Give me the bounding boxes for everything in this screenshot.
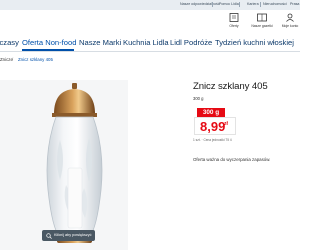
user-icon xyxy=(286,13,294,22)
breadcrumb-item-current: Znicz szklany 405 xyxy=(18,57,53,62)
header-offers-button[interactable]: Oferty xyxy=(222,13,246,28)
nav-item-kitchen[interactable]: Kuchnia Lidla xyxy=(123,38,169,47)
magnifier-icon xyxy=(46,232,52,239)
candle-illustration xyxy=(46,83,103,243)
zoom-button[interactable]: Kliknij aby powiększyć xyxy=(42,230,95,241)
topbar-link-career[interactable]: Kariera xyxy=(247,2,259,6)
nav-item-cut[interactable]: wczasy xyxy=(0,38,19,47)
header-offers-label: Oferty xyxy=(229,24,239,28)
nav-item-brands[interactable]: Nasze Marki xyxy=(79,38,121,47)
topbar-separator xyxy=(260,2,261,7)
availability-note: Oferta ważna do wyczerpania zapasów. xyxy=(193,157,271,162)
nav-active-indicator xyxy=(22,49,74,51)
flyer-icon xyxy=(229,13,239,22)
topbar-link-press[interactable]: Prasa xyxy=(290,2,299,6)
topbar-link-realestate[interactable]: Nieruchomości xyxy=(263,2,287,6)
main-nav: wczasy Oferta Non-food Nasze Marki Kuchn… xyxy=(0,35,300,52)
topbar-link-help[interactable]: Pomoc Lidla xyxy=(219,2,239,6)
price-currency: zł xyxy=(224,121,228,127)
price-value: 8,99 xyxy=(200,119,226,134)
utility-bar: Nasze odpowiedzialność Pomoc Lidla Karie… xyxy=(0,0,300,10)
product-weight: 300 g xyxy=(193,96,204,101)
zoom-button-label: Kliknij aby powiększyć xyxy=(54,233,92,237)
price-box: 8,99 zł xyxy=(194,117,236,135)
breadcrumb-separator: / xyxy=(12,57,14,62)
product-image[interactable] xyxy=(0,80,128,250)
breadcrumb-item-category[interactable]: Znicze xyxy=(0,57,13,62)
unit-price: 1 szt. · Cena jednostki 75 4 xyxy=(193,138,232,142)
topbar-link-responsibility[interactable]: Nasze odpowiedzialność xyxy=(180,2,220,6)
header-account-button[interactable]: Moje konto xyxy=(278,13,302,28)
topbar-separator xyxy=(239,2,240,7)
header-account-label: Moje konto xyxy=(281,24,299,28)
header-flyers-label: Nasze gazetki xyxy=(251,24,273,28)
product-title: Znicz szklany 405 xyxy=(193,81,268,92)
nav-item-travel[interactable]: Lidl Podróże xyxy=(170,38,212,47)
topbar-separator xyxy=(212,2,213,7)
site-header: Oferty Nasze gazetki Moje konto xyxy=(0,10,300,34)
header-flyers-button[interactable]: Nasze gazetki xyxy=(250,13,274,28)
nav-item-italian-week[interactable]: Tydzień kuchni włoskiej xyxy=(215,38,294,47)
nav-item-non-food[interactable]: Oferta Non-food xyxy=(22,38,76,47)
newspaper-icon xyxy=(257,13,267,22)
